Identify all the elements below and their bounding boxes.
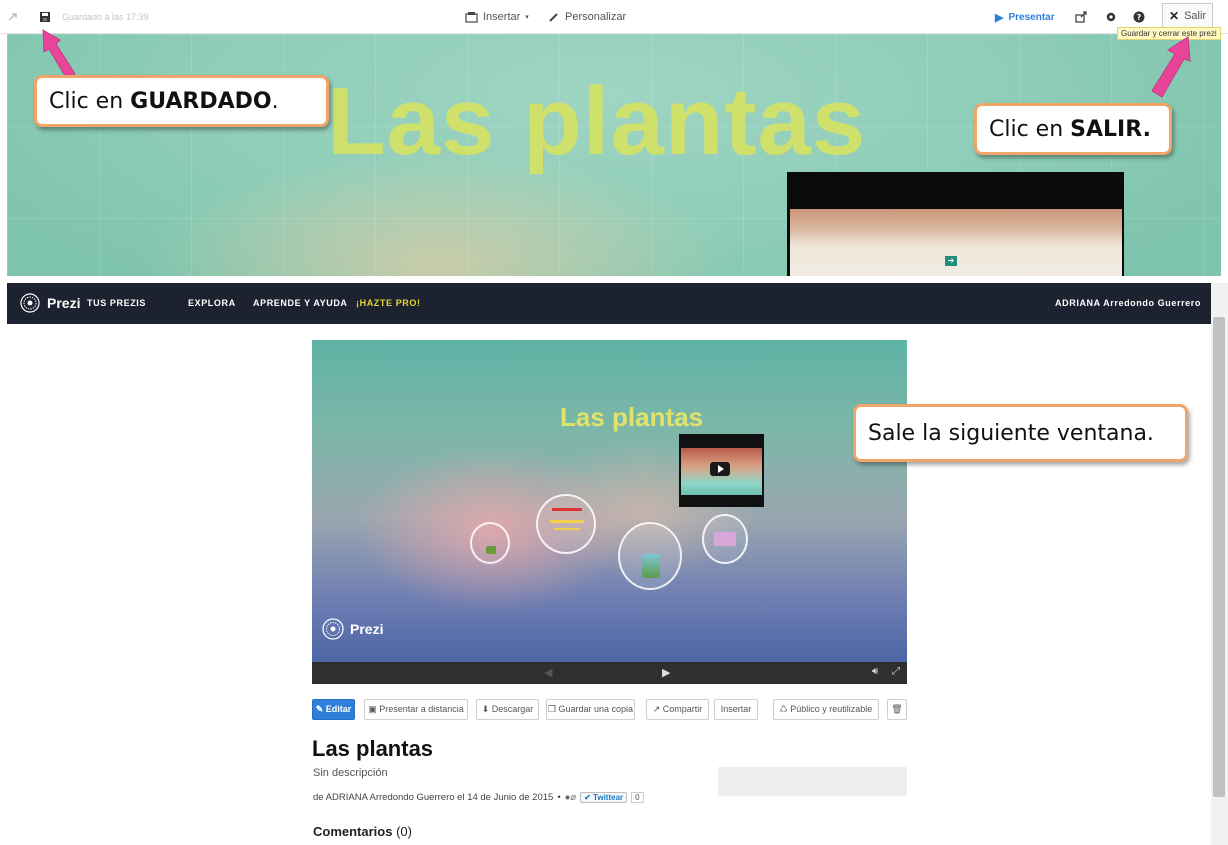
exit-label: Salir — [1184, 10, 1207, 22]
player-video-thumbnail[interactable] — [679, 434, 764, 507]
prezi-watermark-text: Prezi — [350, 621, 384, 637]
prezi-meta-text: de ADRIANA Arredondo Guerrero el 14 de J… — [313, 792, 554, 803]
present-remote-label: Presentar a distancia — [379, 704, 464, 714]
fullscreen-icon[interactable]: ⤢ — [892, 666, 900, 677]
svg-text:?: ? — [1137, 13, 1142, 22]
callout-salir-bold: SALIR. — [1070, 116, 1151, 142]
insert-button[interactable]: Insertar — [714, 699, 758, 720]
nav-hazte-pro[interactable]: ¡HAZTE PRO! — [356, 283, 421, 324]
share-icon: ↗ — [652, 704, 661, 714]
present-remote-button[interactable]: ▣ Presentar a distancia — [364, 699, 468, 720]
download-icon: ⬇ — [481, 704, 490, 714]
prezi-meta: de ADRIANA Arredondo Guerrero el 14 de J… — [313, 792, 644, 803]
nav-tus-prezis[interactable]: TUS PREZIS — [87, 283, 146, 324]
copy-icon: ❐ — [547, 704, 556, 714]
site-navbar: Prezi TUS PREZIS EXPLORA APRENDE Y AYUDA… — [7, 283, 1211, 324]
present-label: Presentar — [1008, 11, 1055, 23]
close-icon: ✕ — [1169, 9, 1180, 23]
comments-heading: Comentarios (0) — [313, 824, 412, 839]
callout-salir: Clic en SALIR. — [974, 103, 1172, 155]
prev-arrow-icon[interactable]: ◀ — [544, 666, 552, 679]
twitter-button[interactable]: ✔ Twittear — [580, 792, 628, 803]
delete-button[interactable]: 🗑︎ — [887, 699, 907, 720]
arrow-right-icon: ➔ — [945, 256, 957, 266]
twitter-label: Twittear — [593, 793, 624, 802]
twitter-count: 0 — [631, 792, 644, 803]
editor-canvas[interactable]: Las plantas ➔ — [7, 34, 1221, 276]
prezi-logo-text: Prezi — [47, 295, 81, 311]
prezi-watermark: Prezi — [322, 618, 383, 640]
share-icon — [1075, 11, 1087, 23]
download-label: Descargar — [491, 704, 534, 714]
nav-aprende-y-ayuda[interactable]: APRENDE Y AYUDA — [253, 283, 348, 324]
callout-guardado-suffix: . — [271, 88, 279, 114]
edit-button[interactable]: ✎ Editar — [312, 699, 355, 720]
page-scrollbar[interactable] — [1211, 283, 1228, 845]
save-copy-label: Guardar una copia — [558, 704, 634, 714]
chevron-down-icon: ▾ — [525, 14, 529, 21]
share-label: Compartir — [662, 704, 703, 714]
comments-count: (0) — [396, 824, 412, 839]
insert-label: Insertar — [483, 11, 521, 23]
edit-label: Editar — [325, 704, 352, 714]
pencil-icon: ✎ — [315, 704, 324, 714]
settings-button[interactable] — [1105, 0, 1117, 34]
nav-explora[interactable]: EXPLORA — [188, 283, 236, 324]
undo-button[interactable] — [8, 0, 18, 34]
volume-icon[interactable]: 🔊︎ — [872, 666, 878, 677]
annotation-arrow-salir — [1151, 36, 1191, 98]
topic-circle-2 — [536, 494, 596, 554]
public-label: Público y reutilizable — [790, 704, 873, 714]
prezi-logo[interactable]: Prezi — [20, 293, 80, 313]
present-button[interactable]: ▶ Presentar — [995, 0, 1055, 34]
recycle-icon: ♺ — [779, 704, 788, 714]
next-arrow-icon[interactable]: ▶ — [662, 666, 670, 679]
callout-guardado-bold: GUARDADO — [130, 88, 272, 114]
insert-label-site: Insertar — [720, 704, 752, 714]
callout-guardado-prefix: Clic en — [49, 88, 131, 114]
canvas-title[interactable]: Las plantas — [327, 74, 866, 170]
public-reusable-button[interactable]: ♺ Público y reutilizable — [773, 699, 879, 720]
play-icon: ▶ — [995, 11, 1004, 24]
gear-icon — [1106, 12, 1116, 22]
callout-ventana: Sale la siguiente ventana. — [853, 404, 1188, 462]
pencil-icon — [549, 13, 558, 22]
prezi-player[interactable]: Las plantas Prezi — [312, 340, 907, 662]
scrollbar-thumb[interactable] — [1213, 317, 1225, 797]
topic-circle-1 — [470, 522, 510, 564]
undo-icon — [8, 13, 17, 21]
side-panel-placeholder — [718, 767, 907, 796]
help-icon: ? — [1133, 11, 1145, 23]
callout-guardado: Clic en GUARDADO. — [34, 75, 329, 127]
comments-label: Comentarios — [313, 824, 393, 839]
prezi-description: Sin descripción — [313, 767, 388, 779]
player-controls: ◀ ▶ 🔊︎ ⤢ — [312, 662, 907, 684]
prezi-title: Las plantas — [312, 736, 434, 761]
editor-toolbar: Guardado a las 17:39 Insertar ▾ Personal… — [0, 0, 1228, 34]
share-button-site[interactable]: ↗ Compartir — [646, 699, 709, 720]
share-button[interactable] — [1075, 0, 1088, 34]
exit-button[interactable]: ✕ Salir — [1162, 3, 1214, 29]
nav-user-name[interactable]: ADRIANA Arredondo Guerrero — [1055, 283, 1201, 324]
dot-separator: • — [557, 792, 561, 803]
annotation-arrow-guardado — [42, 29, 76, 80]
player-title: Las plantas — [560, 402, 704, 432]
prezi-watermark-icon — [322, 618, 344, 640]
visibility-icon: ●⌀ — [564, 792, 577, 803]
prezi-logo-icon — [20, 293, 40, 313]
save-copy-button[interactable]: ❐ Guardar una copia — [546, 699, 635, 720]
insert-icon — [465, 12, 478, 23]
trash-icon: 🗑︎ — [891, 704, 903, 714]
download-button[interactable]: ⬇ Descargar — [476, 699, 539, 720]
customize-label: Personalizar — [565, 11, 627, 23]
topic-circle-4 — [702, 514, 748, 564]
customize-button[interactable]: Personalizar — [548, 0, 626, 34]
presentation-icon: ▣ — [368, 704, 377, 714]
callout-salir-prefix: Clic en — [989, 116, 1071, 142]
play-icon[interactable] — [710, 462, 730, 476]
insert-menu[interactable]: Insertar ▾ — [465, 0, 529, 34]
twitter-icon: ✔ — [584, 793, 591, 802]
topic-circle-3 — [618, 522, 682, 590]
